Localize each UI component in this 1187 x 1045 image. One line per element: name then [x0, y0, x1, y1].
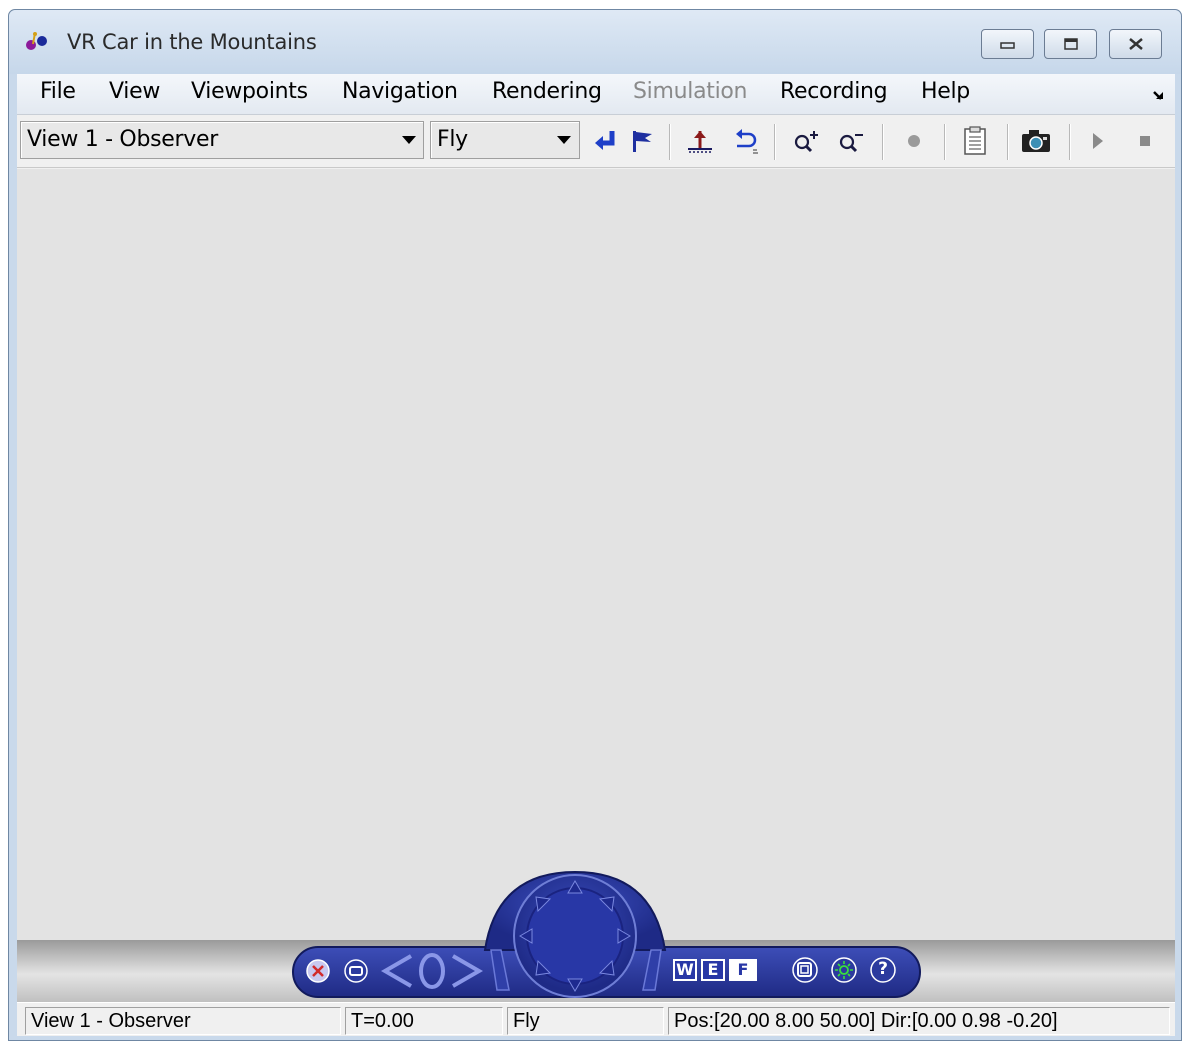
stop-button[interactable] [1127, 124, 1163, 158]
toolbar: View 1 - Observer Fly [17, 116, 1175, 168]
examine-mode-label: E [707, 960, 719, 979]
snapshot-button[interactable] [1018, 124, 1054, 158]
navigation-mode-select[interactable]: Fly [430, 121, 580, 159]
status-mode: Fly [507, 1007, 664, 1035]
menu-bar: File View Viewpoints Navigation Renderin… [17, 74, 1175, 115]
status-position: Pos:[20.00 8.00 50.00] Dir:[0.00 0.98 -0… [668, 1007, 1170, 1035]
walk-mode-label: W [676, 960, 694, 979]
status-time: T=0.00 [345, 1007, 503, 1035]
viewpoint-select[interactable]: View 1 - Observer [20, 121, 424, 159]
fly-mode-button[interactable]: F [729, 959, 757, 981]
minimize-icon [344, 959, 368, 983]
lever-icon [642, 949, 662, 991]
navigation-mode-value: Fly [437, 127, 468, 152]
slide-right-lever[interactable] [639, 946, 665, 994]
headlight-icon [831, 957, 857, 983]
status-viewpoint: View 1 - Observer [25, 1007, 341, 1035]
rotate-left-button[interactable] [379, 950, 415, 992]
menu-file[interactable]: File [36, 79, 80, 104]
record-icon [908, 135, 920, 147]
vr-scene-canvas[interactable] [17, 169, 1175, 943]
create-viewpoint-button[interactable] [623, 124, 659, 158]
fly-mode-label: F [737, 960, 749, 979]
toolbar-separator [882, 124, 883, 160]
capture-parameters-button[interactable] [957, 124, 993, 158]
play-icon [1093, 133, 1103, 149]
title-bar[interactable]: VR Car in the Mountains [9, 10, 1181, 74]
close-icon [306, 959, 330, 983]
capture-parameters-icon [964, 126, 986, 155]
rotate-reset-button[interactable] [417, 952, 447, 990]
undo-move-button[interactable] [728, 124, 764, 158]
viewpoint-select-value: View 1 - Observer [27, 127, 218, 152]
slide-left-lever[interactable] [487, 946, 513, 994]
close-icon [1128, 38, 1143, 50]
chevron-left-icon [380, 954, 412, 988]
zoom-in-button[interactable] [788, 124, 824, 158]
chevron-right-icon [452, 954, 484, 988]
maximize-button[interactable] [1044, 29, 1097, 59]
play-button[interactable] [1080, 124, 1116, 158]
menu-simulation[interactable]: Simulation [629, 79, 751, 104]
zoom-out-icon [839, 134, 863, 153]
toolbar-separator [669, 124, 670, 160]
menu-help[interactable]: Help [917, 79, 974, 104]
minimize-icon [999, 42, 1015, 49]
menu-view[interactable]: View [105, 79, 164, 104]
lever-icon [490, 949, 510, 991]
menu-recording[interactable]: Recording [776, 79, 891, 104]
menu-navigation[interactable]: Navigation [338, 79, 462, 104]
maximize-icon [1063, 38, 1078, 50]
menu-rendering[interactable]: Rendering [488, 79, 606, 104]
window-title: VR Car in the Mountains [67, 30, 317, 54]
chevron-down-icon [402, 136, 416, 144]
undo-move-icon [736, 129, 758, 154]
return-to-viewpoint-button[interactable] [587, 124, 623, 158]
walk-mode-button[interactable]: W [673, 959, 697, 981]
navigation-panel-strip: W E F ? [17, 870, 1175, 1002]
create-viewpoint-icon [633, 131, 652, 152]
direction-arrows-icon [519, 880, 631, 992]
menu-viewpoints[interactable]: Viewpoints [187, 79, 312, 104]
snapshot-camera-icon [1022, 130, 1050, 152]
client-area: File View Viewpoints Navigation Renderin… [17, 74, 1175, 1036]
straighten-up-button[interactable] [682, 124, 718, 158]
status-bar: View 1 - Observer T=0.00 Fly Pos:[20.00 … [17, 1002, 1175, 1036]
examine-mode-button[interactable]: E [701, 959, 725, 981]
zoom-out-button[interactable] [833, 124, 869, 158]
close-button[interactable] [1109, 29, 1162, 59]
toolbar-separator [774, 124, 775, 160]
return-to-viewpoint-icon [595, 131, 615, 150]
toolbar-separator [944, 124, 945, 160]
headlight-button[interactable] [830, 956, 858, 984]
navpanel-help-label: ? [878, 959, 888, 979]
zoom-in-icon [794, 131, 818, 153]
frames-icon [792, 957, 818, 983]
straighten-navpanel-button[interactable] [791, 956, 819, 984]
undock-arrow-icon[interactable] [1151, 87, 1167, 103]
stop-icon [1140, 136, 1150, 146]
close-navpanel-button[interactable] [305, 958, 331, 984]
navpanel-help-button[interactable]: ? [869, 956, 897, 984]
toolbar-separator [1007, 124, 1008, 160]
rotate-right-button[interactable] [449, 950, 485, 992]
toolbar-separator [1069, 124, 1070, 160]
minimize-button[interactable] [981, 29, 1034, 59]
record-button[interactable] [896, 124, 932, 158]
rotate-reset-icon [419, 953, 445, 989]
vr-app-icon [26, 32, 47, 50]
minimize-navpanel-button[interactable] [343, 958, 369, 984]
straighten-up-icon [688, 131, 712, 153]
application-window: VR Car in the Mountains File View Viewpo… [8, 9, 1182, 1041]
navigation-dial[interactable] [514, 875, 636, 997]
chevron-down-icon [557, 136, 571, 144]
